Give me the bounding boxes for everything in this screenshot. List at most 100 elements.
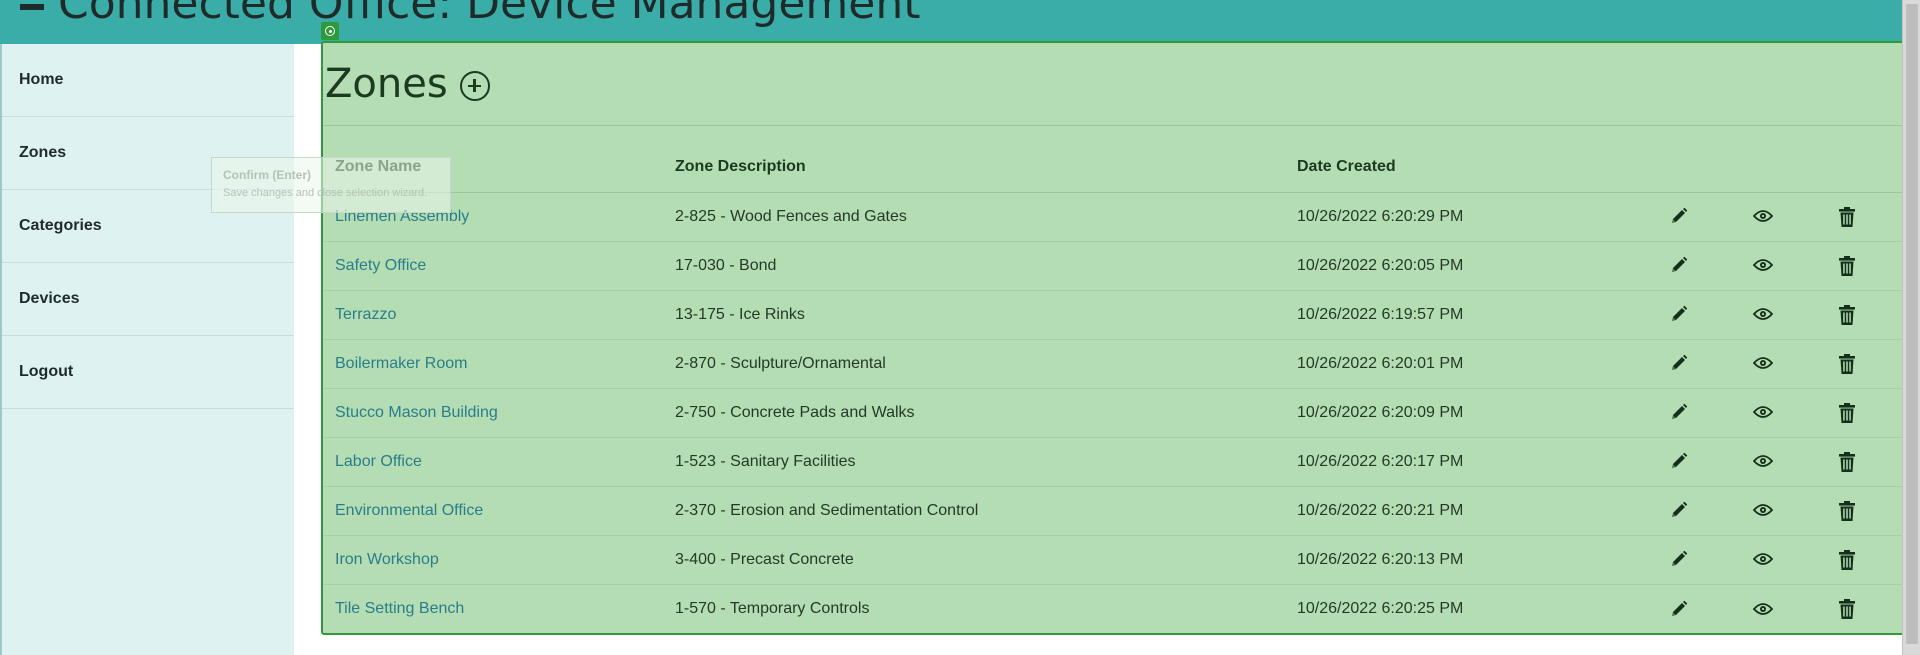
page-title: Zones xyxy=(325,61,448,107)
eye-icon[interactable] xyxy=(1753,258,1773,272)
edit-cell xyxy=(1637,192,1721,242)
pencil-icon[interactable] xyxy=(1670,501,1688,519)
view-cell xyxy=(1721,584,1805,633)
zone-name-cell: Tile Setting Bench xyxy=(323,584,675,633)
sidebar-item-home[interactable]: Home xyxy=(2,44,294,117)
delete-cell xyxy=(1805,437,1889,487)
eye-icon[interactable] xyxy=(1753,356,1773,370)
sidebar-item-label: Zones xyxy=(19,144,67,161)
pencil-icon[interactable] xyxy=(1670,256,1688,274)
edit-cell xyxy=(1637,486,1721,536)
eye-icon[interactable] xyxy=(1753,602,1773,616)
zone-description-cell: 1-523 - Sanitary Facilities xyxy=(675,437,1297,487)
tooltip-title: Confirm (Enter) xyxy=(223,168,311,182)
view-cell xyxy=(1721,486,1805,536)
pencil-icon[interactable] xyxy=(1670,354,1688,372)
page-scrollbar[interactable] xyxy=(1902,0,1920,655)
view-cell xyxy=(1721,290,1805,340)
zone-name-link[interactable]: Safety Office xyxy=(335,257,426,274)
table-row: Safety Office 17-030 - Bond 10/26/2022 6… xyxy=(323,241,1906,291)
pencil-icon[interactable] xyxy=(1670,305,1688,323)
delete-cell xyxy=(1805,535,1889,585)
eye-icon[interactable] xyxy=(1753,307,1773,321)
trash-icon[interactable] xyxy=(1838,549,1856,570)
app-title-text: Connected Office: Device Management xyxy=(58,0,921,29)
date-created-cell: 10/26/2022 6:20:01 PM xyxy=(1297,339,1637,389)
pencil-icon[interactable] xyxy=(1670,600,1688,618)
edit-cell xyxy=(1637,388,1721,438)
column-header-edit xyxy=(1637,143,1721,193)
trash-icon[interactable] xyxy=(1838,206,1856,227)
date-created-cell: 10/26/2022 6:20:09 PM xyxy=(1297,388,1637,438)
pencil-icon[interactable] xyxy=(1670,403,1688,421)
eye-icon[interactable] xyxy=(1753,454,1773,468)
divider xyxy=(323,125,1906,126)
trash-icon[interactable] xyxy=(1838,598,1856,619)
zone-name-link[interactable]: Environmental Office xyxy=(335,502,483,519)
zone-description-cell: 2-370 - Erosion and Sedimentation Contro… xyxy=(675,486,1297,536)
app-title: Connected Office: Device Management xyxy=(20,0,920,29)
zone-name-link[interactable]: Labor Office xyxy=(335,453,422,470)
app-header: Connected Office: Device Management xyxy=(0,0,1902,44)
zone-description-cell: 1-570 - Temporary Controls xyxy=(675,599,870,617)
zone-description-cell: 2-870 - Sculpture/Ornamental xyxy=(675,339,1297,389)
zones-table-body: Linemen Assembly 2-825 - Wood Fences and… xyxy=(323,192,1906,633)
eye-icon[interactable] xyxy=(1753,503,1773,517)
eye-icon[interactable] xyxy=(1753,552,1773,566)
table-row: Environmental Office 2-370 - Erosion and… xyxy=(323,486,1906,536)
zone-name-cell: Labor Office xyxy=(323,437,675,487)
pencil-icon[interactable] xyxy=(1670,550,1688,568)
zone-description-cell: 13-175 - Ice Rinks xyxy=(675,290,1297,340)
pencil-icon[interactable] xyxy=(1670,452,1688,470)
sidebar-item-label: Categories xyxy=(19,217,102,234)
edit-cell xyxy=(1637,290,1721,340)
date-created-cell: 10/26/2022 6:20:25 PM xyxy=(1297,599,1464,617)
view-cell xyxy=(1721,388,1805,438)
menu-icon[interactable] xyxy=(20,0,44,10)
table-row: Stucco Mason Building 2-750 - Concrete P… xyxy=(323,388,1906,438)
pencil-icon[interactable] xyxy=(1670,207,1688,225)
delete-cell xyxy=(1805,339,1889,389)
trash-icon[interactable] xyxy=(1838,402,1856,423)
view-cell xyxy=(1721,535,1805,585)
sidebar-item-logout[interactable]: Logout xyxy=(2,336,294,409)
zone-name-link[interactable]: Stucco Mason Building xyxy=(335,404,498,421)
zones-panel: Zones Zone Name Zone Description Date Cr… xyxy=(321,41,1908,635)
edit-cell xyxy=(1637,584,1721,633)
sidebar-item-label: Home xyxy=(19,71,64,88)
zone-name-link[interactable]: Iron Workshop xyxy=(335,551,439,568)
trash-icon[interactable] xyxy=(1838,255,1856,276)
trash-icon[interactable] xyxy=(1838,353,1856,374)
eye-icon[interactable] xyxy=(1753,209,1773,223)
edit-cell xyxy=(1637,437,1721,487)
zone-name-link[interactable]: Tile Setting Bench xyxy=(335,600,464,617)
table-header-row: Zone Name Zone Description Date Created xyxy=(323,143,1906,193)
zone-name-cell: Iron Workshop xyxy=(323,535,675,585)
trash-icon[interactable] xyxy=(1838,304,1856,325)
zone-name-link[interactable]: Boilermaker Room xyxy=(335,355,467,372)
sidebar-nav: Home Zones Categories Devices Logout xyxy=(0,44,294,655)
date-created-cell: 10/26/2022 6:20:21 PM xyxy=(1297,486,1637,536)
trash-icon[interactable] xyxy=(1838,500,1856,521)
zone-name-cell: Safety Office xyxy=(323,241,675,291)
scrollbar-thumb[interactable] xyxy=(1906,4,1918,644)
column-header-date-created[interactable]: Date Created xyxy=(1297,143,1637,193)
date-created-cell: 10/26/2022 6:20:13 PM xyxy=(1297,535,1637,585)
delete-cell xyxy=(1805,486,1889,536)
column-header-zone-description[interactable]: Zone Description xyxy=(675,143,1297,193)
zone-name-link[interactable]: Terrazzo xyxy=(335,306,396,323)
sidebar-item-devices[interactable]: Devices xyxy=(2,263,294,336)
zone-description-cell: 2-825 - Wood Fences and Gates xyxy=(675,192,1297,242)
trash-icon[interactable] xyxy=(1838,451,1856,472)
zone-name-cell: Boilermaker Room xyxy=(323,339,675,389)
tooltip-text: Save changes and close selection wizard. xyxy=(223,187,428,199)
zones-table: Zone Name Zone Description Date Created … xyxy=(323,143,1906,633)
add-zone-icon[interactable] xyxy=(459,71,490,101)
eye-icon[interactable] xyxy=(1753,405,1773,419)
delete-cell xyxy=(1805,388,1889,438)
edit-cell xyxy=(1637,241,1721,291)
selection-marker-icon[interactable] xyxy=(321,22,339,40)
table-row: Linemen Assembly 2-825 - Wood Fences and… xyxy=(323,192,1906,242)
confirm-tooltip: Confirm (Enter) Save changes and close s… xyxy=(211,157,451,213)
zone-name-cell: Stucco Mason Building xyxy=(323,388,675,438)
